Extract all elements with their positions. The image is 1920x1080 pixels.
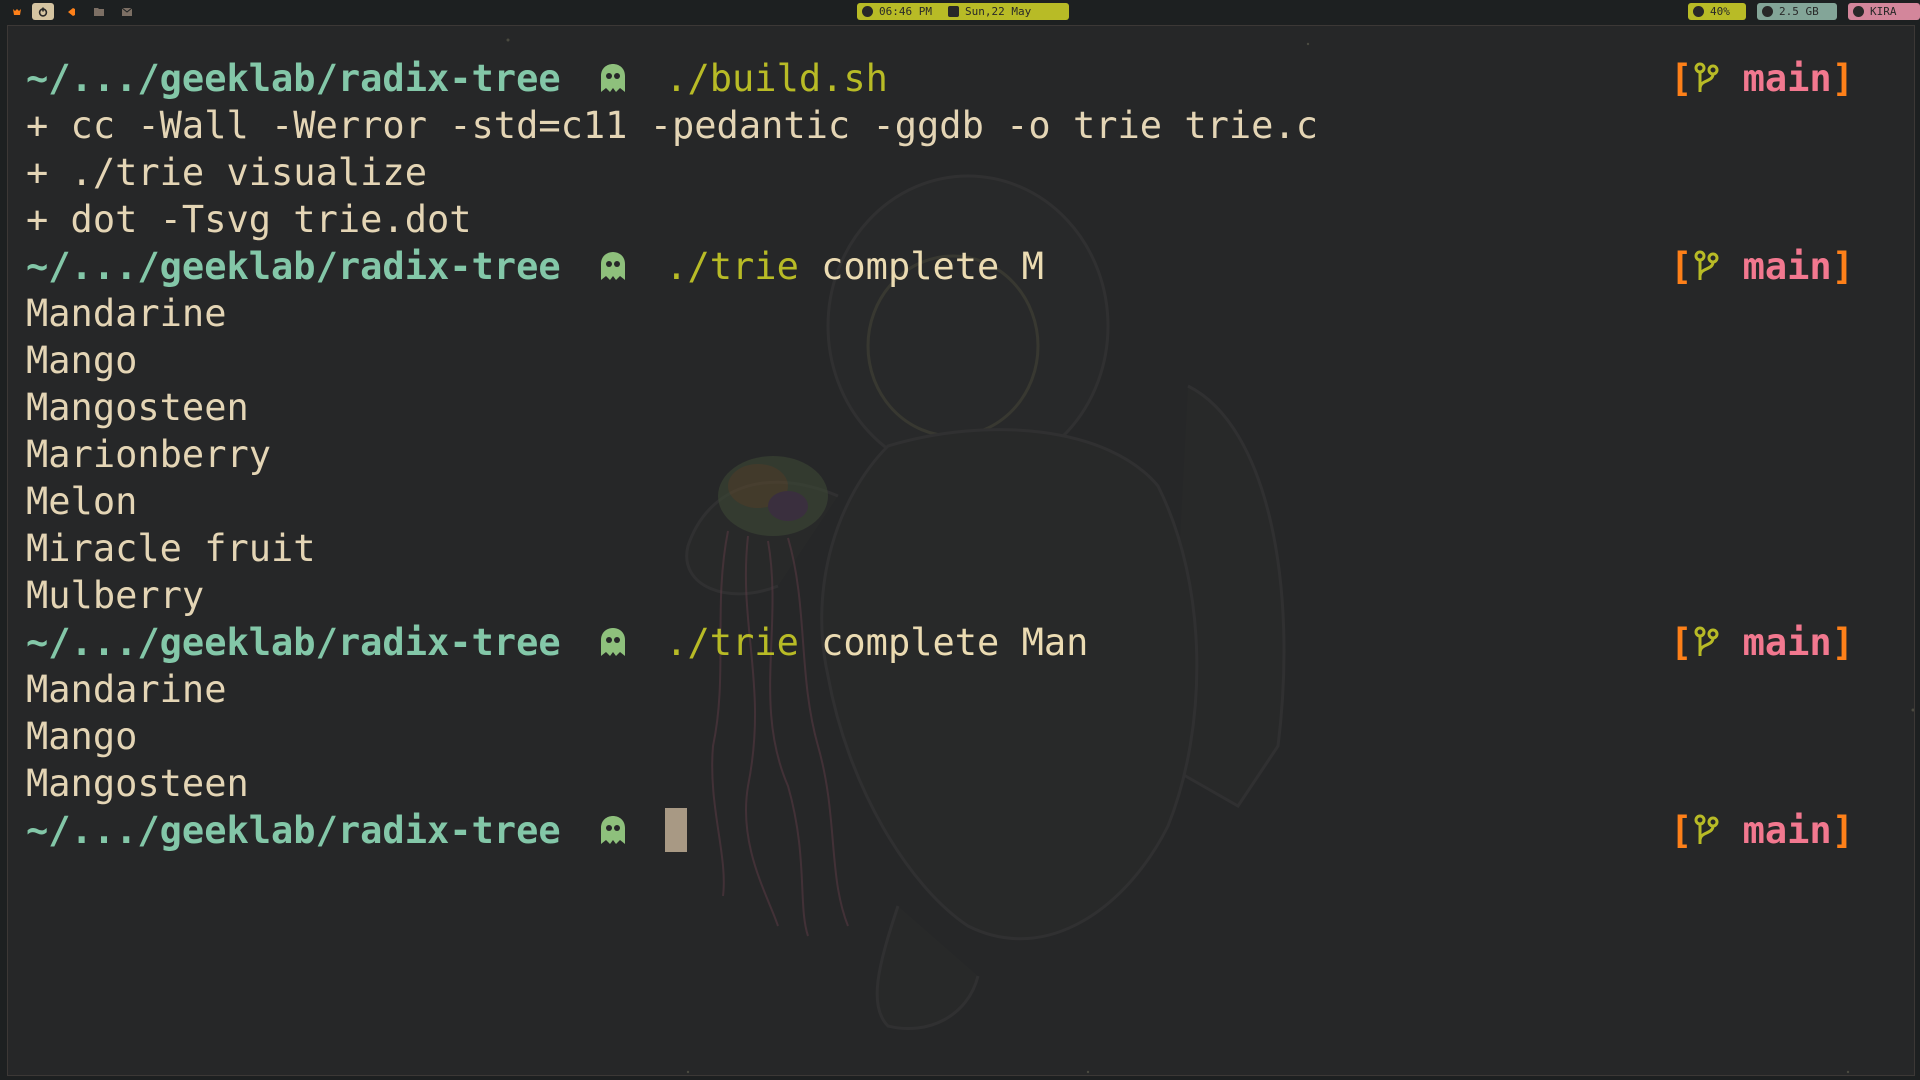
ghost-icon — [583, 620, 643, 666]
user-name: KIRA — [1870, 5, 1897, 18]
heart-icon — [1853, 6, 1864, 17]
volume-widget[interactable]: 40% — [1688, 3, 1746, 20]
git-branch-icon — [1692, 621, 1720, 664]
output-line: Mandarine — [26, 668, 227, 711]
prompt-line: ~/.../geeklab/radix-tree ./trie complete… — [26, 620, 1088, 666]
firefox-icon[interactable] — [6, 3, 28, 20]
prompt-path: ~/.../geeklab/radix-tree — [26, 809, 561, 852]
memory-widget[interactable]: 2.5 GB — [1757, 3, 1837, 20]
active-prompt-line[interactable]: ~/.../geeklab/radix-tree — [26, 807, 688, 854]
command-name: ./trie — [665, 621, 799, 664]
output-line: Mango — [26, 715, 138, 758]
ghost-icon — [583, 56, 643, 102]
output-line: Mulberry — [26, 574, 205, 617]
output-line: Miracle fruit — [26, 527, 316, 570]
power-icon[interactable] — [32, 3, 54, 20]
clock-widget[interactable]: 06:46 PM Sun,22 May — [857, 3, 1069, 20]
clock-date: Sun,22 May — [964, 5, 1032, 18]
command-name: ./build.sh — [665, 57, 888, 100]
output-line: Mango — [26, 339, 138, 382]
ghost-icon — [583, 808, 643, 854]
top-bar: 06:46 PM Sun,22 May 40% 2.5 GB KIRA — [0, 0, 1920, 24]
git-branch-indicator: [ main] — [1670, 809, 1854, 852]
headphones-icon — [1693, 6, 1704, 17]
output-line: Mangosteen — [26, 386, 249, 429]
command-args: complete Man — [821, 621, 1089, 664]
git-branch-indicator: [ main] — [1670, 245, 1854, 288]
command-name: ./trie — [665, 245, 799, 288]
memory-icon — [1762, 6, 1773, 17]
vscode-icon[interactable] — [60, 3, 82, 20]
git-branch-name: main — [1742, 245, 1832, 288]
git-branch-indicator: [ main] — [1670, 57, 1854, 100]
output-line: + ./trie visualize — [26, 151, 427, 194]
prompt-line: ~/.../geeklab/radix-tree ./build.sh — [26, 56, 888, 102]
git-branch-icon — [1692, 245, 1720, 288]
git-branch-icon — [1692, 57, 1720, 100]
clock-time: 06:46 PM — [879, 5, 932, 18]
mail-icon[interactable] — [116, 3, 138, 20]
folder-icon[interactable] — [88, 3, 110, 20]
prompt-path: ~/.../geeklab/radix-tree — [26, 621, 561, 664]
git-branch-name: main — [1742, 621, 1832, 664]
git-branch-name: main — [1742, 809, 1832, 852]
command-args: complete M — [821, 245, 1044, 288]
calendar-icon — [947, 6, 959, 17]
terminal-window[interactable]: ~/.../geeklab/radix-tree ./build.sh [ ma… — [7, 25, 1915, 1076]
ghost-icon — [583, 244, 643, 290]
user-widget[interactable]: KIRA — [1848, 3, 1920, 20]
output-line: Melon — [26, 480, 138, 523]
prompt-line: ~/.../geeklab/radix-tree ./trie complete… — [26, 244, 1044, 290]
output-line: Mangosteen — [26, 762, 249, 805]
prompt-path: ~/.../geeklab/radix-tree — [26, 245, 561, 288]
output-line: + dot -Tsvg trie.dot — [26, 198, 472, 241]
clock-icon — [862, 6, 873, 17]
git-branch-icon — [1692, 809, 1720, 852]
memory-value: 2.5 GB — [1779, 5, 1819, 18]
output-line: Mandarine — [26, 292, 227, 335]
output-line: + cc -Wall -Werror -std=c11 -pedantic -g… — [26, 104, 1319, 147]
volume-value: 40% — [1710, 5, 1730, 18]
text-cursor[interactable] — [665, 807, 688, 852]
git-branch-name: main — [1742, 57, 1832, 100]
output-line: Marionberry — [26, 433, 272, 476]
git-branch-indicator: [ main] — [1670, 621, 1854, 664]
prompt-path: ~/.../geeklab/radix-tree — [26, 57, 561, 100]
